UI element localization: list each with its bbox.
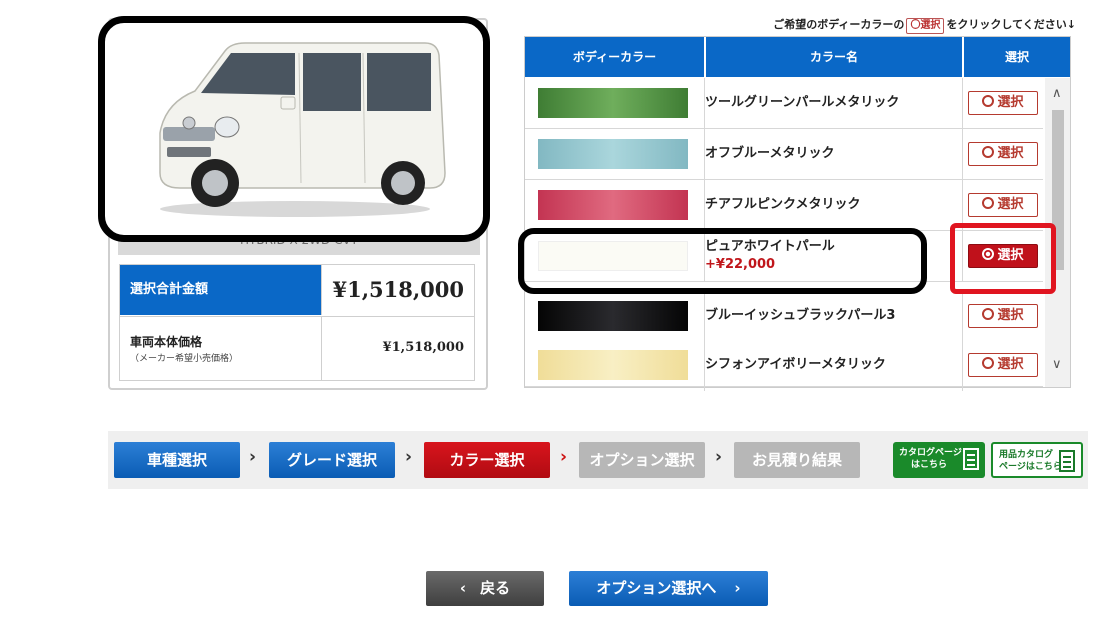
select-label: 選択 xyxy=(997,308,1024,323)
total-price-label: 選択合計金額 xyxy=(120,265,321,315)
total-price-value: ¥1,518,000 xyxy=(321,265,474,315)
color-swatch xyxy=(538,301,688,331)
next-label: オプション選択へ xyxy=(596,579,717,597)
step-option: オプション選択 xyxy=(579,442,705,478)
base-price-value: ¥1,518,000 xyxy=(321,316,474,380)
color-row-bluish-black: ブルーイッシュブラックパール3 選択 xyxy=(525,291,1043,342)
base-price-label-cell: 車両本体価格 （メーカー希望小売価格） xyxy=(120,316,321,380)
color-name: オフブルーメタリック xyxy=(705,146,835,161)
color-name: ブルーイッシュブラックパール3 xyxy=(705,308,896,323)
header-color-name: カラー名 xyxy=(705,37,962,77)
radio-icon xyxy=(982,357,995,369)
instruction-prefix: ご希望のボディーカラーの xyxy=(773,18,905,31)
color-row-tool-green: ツールグリーンパールメタリック 選択 xyxy=(525,78,1043,129)
select-button[interactable]: 選択 xyxy=(968,91,1038,115)
chevron-up-icon[interactable]: ∧ xyxy=(1052,86,1062,101)
select-button[interactable]: 選択 xyxy=(968,142,1038,166)
chevron-right-icon: › xyxy=(560,447,568,467)
color-swatch xyxy=(538,139,688,169)
chevron-right-icon: › xyxy=(249,447,257,467)
step-grade[interactable]: グレード選択 xyxy=(269,442,395,478)
color-name: シフォンアイボリーメタリック xyxy=(705,357,886,372)
instruction-text: ご希望のボディーカラーの 〇選択 をクリックしてください↓ xyxy=(700,16,1076,36)
instruction-select-sample: 〇選択 xyxy=(906,18,945,34)
car-image-icon xyxy=(159,42,446,217)
base-price-sublabel: （メーカー希望小売価格） xyxy=(130,354,239,364)
step-vehicle[interactable]: 車種選択 xyxy=(114,442,240,478)
select-button[interactable]: 選択 xyxy=(968,193,1038,217)
select-label: 選択 xyxy=(997,197,1024,212)
catalog-page-link[interactable]: カタログページ はこちら xyxy=(893,442,985,478)
radio-icon xyxy=(982,308,995,320)
radio-icon xyxy=(982,95,995,107)
select-button[interactable]: 選択 xyxy=(968,353,1038,377)
next-option-button[interactable]: オプション選択へ › xyxy=(569,571,768,606)
radio-icon xyxy=(982,146,995,158)
select-button[interactable]: 選択 xyxy=(968,304,1038,328)
document-icon xyxy=(963,448,979,470)
accessory-catalog-link[interactable]: 用品カタログ ページはこちら xyxy=(991,442,1083,478)
color-swatch xyxy=(538,350,688,380)
instruction-suffix: をクリックしてください↓ xyxy=(946,18,1076,31)
back-button[interactable]: ‹ 戻る xyxy=(426,571,544,606)
color-swatch xyxy=(538,88,688,118)
header-select: 選択 xyxy=(963,37,1070,77)
chevron-right-icon: › xyxy=(715,447,723,467)
step-estimate: お見積り結果 xyxy=(734,442,860,478)
select-label: 選択 xyxy=(997,146,1024,161)
color-name: ツールグリーンパールメタリック xyxy=(705,95,900,110)
select-label: 選択 xyxy=(997,95,1024,110)
color-row-off-blue: オフブルーメタリック 選択 xyxy=(525,129,1043,180)
header-body-color: ボディーカラー xyxy=(525,37,704,77)
document-icon xyxy=(1059,450,1075,472)
chevron-right-icon: › xyxy=(734,579,741,597)
chevron-right-icon: › xyxy=(405,447,413,467)
color-swatch xyxy=(538,190,688,220)
radio-icon xyxy=(982,197,995,209)
chevron-down-icon[interactable]: ∨ xyxy=(1052,357,1062,372)
select-label: 選択 xyxy=(997,357,1024,372)
color-row-chiffon-ivory: シフォンアイボリーメタリック 選択 xyxy=(525,340,1043,391)
color-name: チアフルピンクメタリック xyxy=(705,197,861,212)
selected-row-highlight xyxy=(518,228,927,294)
base-price-label: 車両本体価格 xyxy=(130,335,203,349)
chevron-left-icon: ‹ xyxy=(459,579,467,597)
back-label: 戻る xyxy=(480,579,511,597)
step-color: カラー選択 xyxy=(424,442,550,478)
car-image xyxy=(98,16,490,242)
selected-button-highlight xyxy=(950,223,1056,294)
